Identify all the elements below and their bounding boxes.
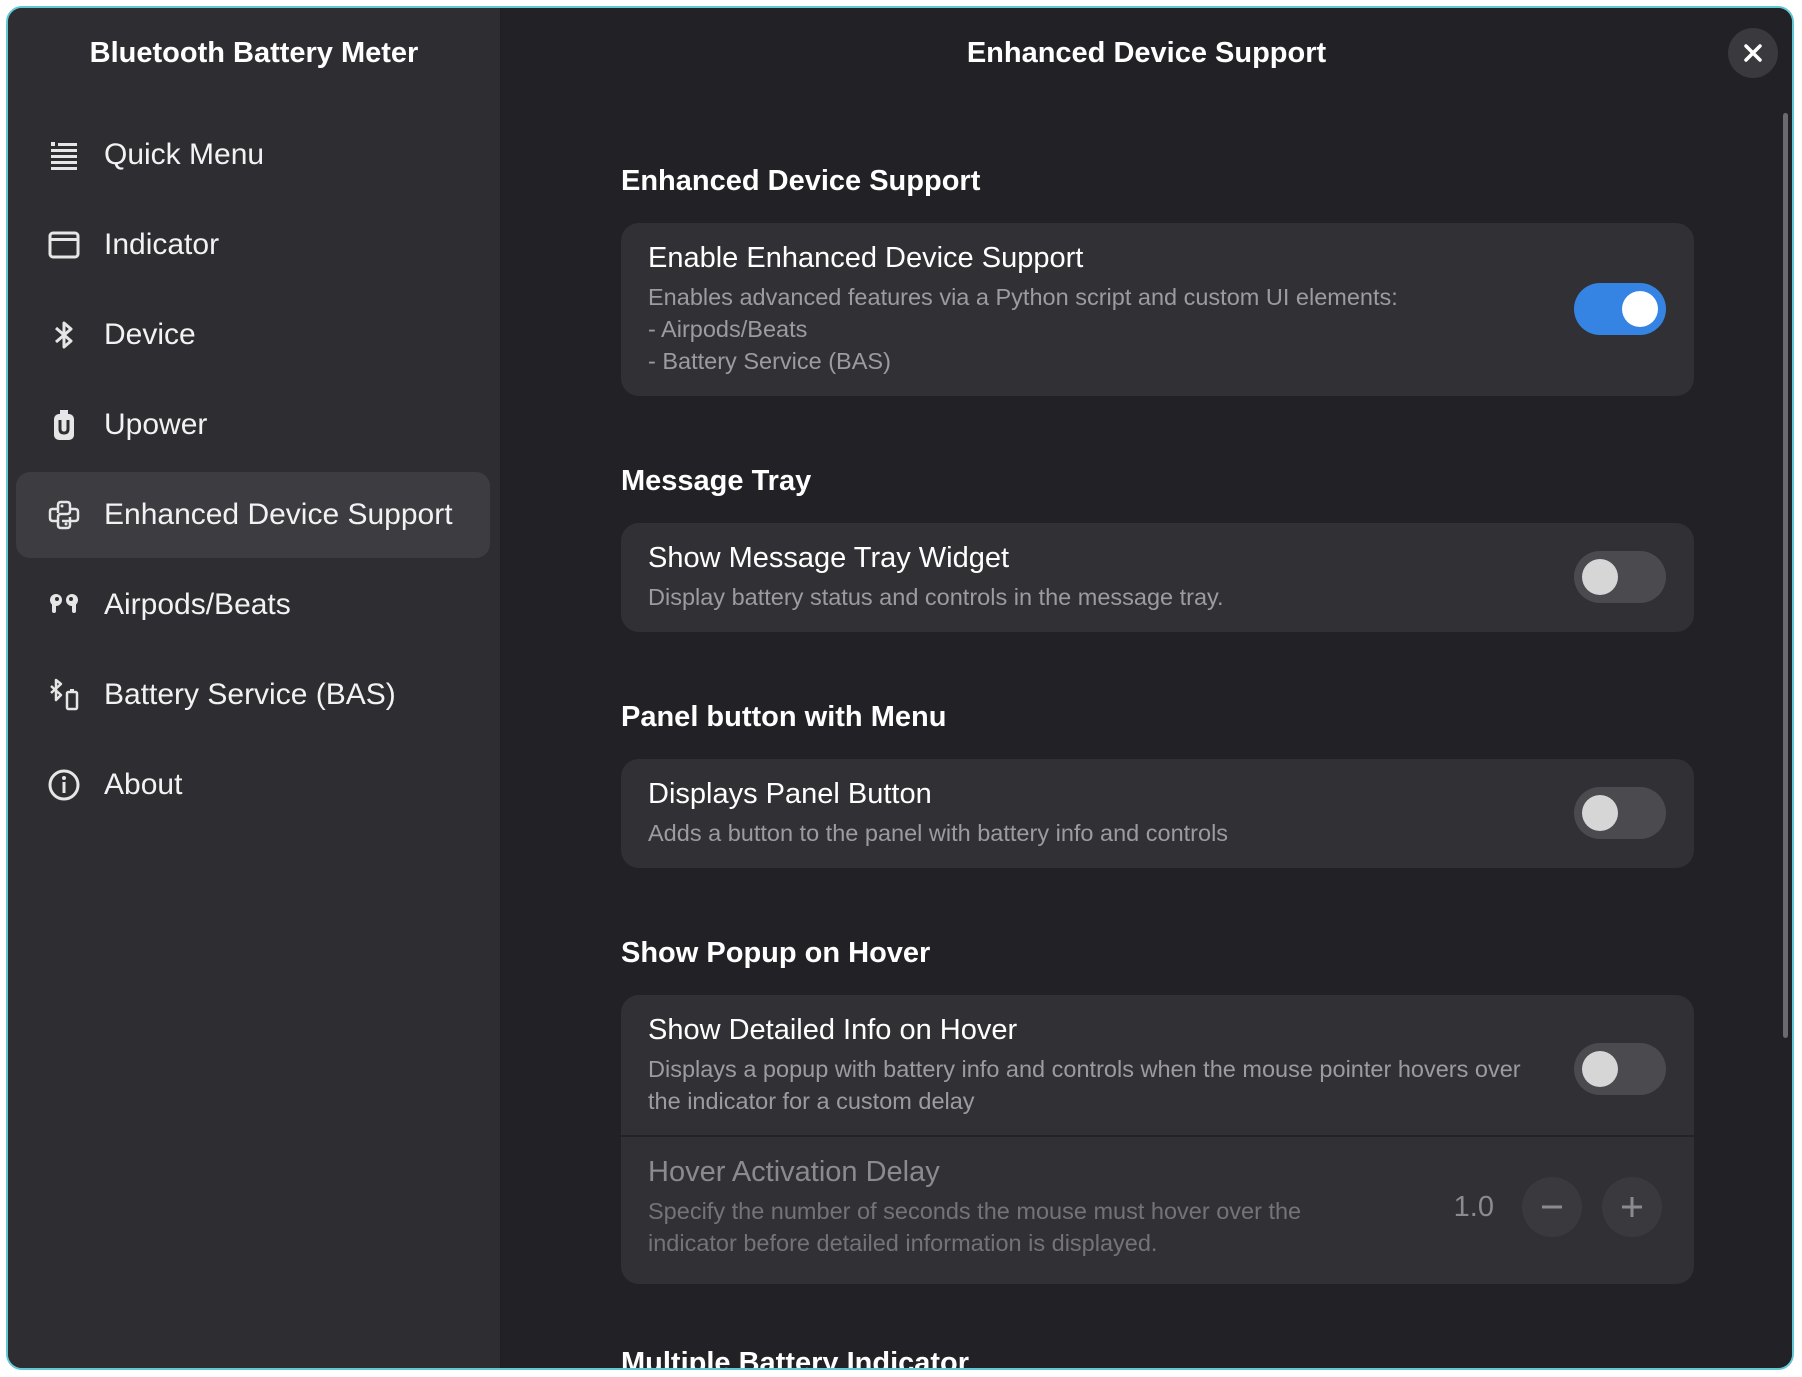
sidebar-item-label: Upower: [104, 408, 208, 441]
group-title-message-tray: Message Tray: [621, 465, 812, 497]
detailed-info-toggle[interactable]: [1574, 1043, 1666, 1095]
main-panel: Enhanced Device Support Enhanced Device …: [501, 8, 1792, 1368]
sidebar-item-label: About: [104, 768, 183, 801]
increment-button[interactable]: [1602, 1177, 1662, 1237]
sidebar-item-label: Airpods/Beats: [104, 588, 291, 621]
python-icon: [44, 495, 84, 535]
sidebar: Bluetooth Battery Meter Quick Menu Indic…: [8, 8, 501, 1368]
row-title: Show Detailed Info on Hover: [648, 1014, 1018, 1046]
decrement-button[interactable]: [1522, 1177, 1582, 1237]
row-subtitle: - Airpods/Beats: [648, 316, 808, 342]
row-subtitle: - Battery Service (BAS): [648, 348, 891, 374]
info-icon: [44, 765, 84, 805]
row-subtitle: indicator before detailed information is…: [648, 1230, 1158, 1256]
hover-delay-value[interactable]: 1.0: [1454, 1191, 1494, 1224]
sidebar-item-battery-service[interactable]: Battery Service (BAS): [16, 652, 490, 738]
row-title: Enable Enhanced Device Support: [648, 242, 1084, 274]
group-title-multiple-battery: Multiple Battery Indicator: [621, 1347, 970, 1370]
sidebar-item-quick-menu[interactable]: Quick Menu: [16, 112, 490, 198]
row-panel-button[interactable]: Displays Panel Button Adds a button to t…: [621, 759, 1694, 868]
sidebar-item-label: Device: [104, 318, 196, 351]
plus-icon: [1622, 1197, 1642, 1217]
sidebar-item-indicator[interactable]: Indicator: [16, 202, 490, 288]
row-subtitle: Specify the number of seconds the mouse …: [648, 1198, 1302, 1224]
row-subtitle: Adds a button to the panel with battery …: [648, 820, 1229, 846]
row-hover-delay: Hover Activation Delay Specify the numbe…: [621, 1137, 1694, 1284]
sidebar-item-label: Enhanced Device Support: [104, 498, 453, 531]
group-title-popup: Show Popup on Hover: [621, 937, 931, 969]
sidebar-item-label: Indicator: [104, 228, 220, 261]
bluetooth-icon: [44, 315, 84, 355]
message-tray-toggle[interactable]: [1574, 551, 1666, 603]
sidebar-item-label: Quick Menu: [104, 138, 265, 171]
toggle-knob: [1622, 291, 1658, 327]
card-message-tray: Show Message Tray Widget Display battery…: [621, 523, 1694, 632]
indicator-icon: [44, 225, 84, 265]
app-window: Bluetooth Battery Meter Quick Menu Indic…: [6, 6, 1794, 1370]
close-icon: [1744, 44, 1762, 62]
page-title: Enhanced Device Support: [966, 36, 1327, 69]
row-subtitle: Display battery status and controls in t…: [648, 584, 1224, 610]
app-title: Bluetooth Battery Meter: [89, 36, 419, 69]
toggle-knob: [1582, 1051, 1618, 1087]
sidebar-item-about[interactable]: About: [16, 742, 490, 828]
scrollbar[interactable]: [1783, 113, 1788, 1038]
row-enable-enhanced[interactable]: Enable Enhanced Device Support Enables a…: [621, 223, 1694, 396]
sidebar-item-label: Battery Service (BAS): [104, 678, 396, 711]
sidebar-item-enhanced-device-support[interactable]: Enhanced Device Support: [16, 472, 490, 558]
sidebar-item-airpods-beats[interactable]: Airpods/Beats: [16, 562, 490, 648]
quick-menu-icon: [44, 135, 84, 175]
row-title: Hover Activation Delay: [648, 1156, 940, 1188]
upower-icon: [44, 405, 84, 445]
row-message-tray-widget[interactable]: Show Message Tray Widget Display battery…: [621, 523, 1694, 632]
toggle-knob: [1582, 795, 1618, 831]
card-panel-button: Displays Panel Button Adds a button to t…: [621, 759, 1694, 868]
row-subtitle: Enables advanced features via a Python s…: [648, 284, 1398, 310]
earbuds-icon: [44, 585, 84, 625]
sidebar-item-upower[interactable]: Upower: [16, 382, 490, 468]
minus-icon: [1542, 1205, 1562, 1209]
bluetooth-battery-icon: [44, 675, 84, 715]
row-subtitle: the indicator for a custom delay: [648, 1088, 975, 1114]
group-title-enhanced: Enhanced Device Support: [621, 165, 981, 197]
card-enhanced: Enable Enhanced Device Support Enables a…: [621, 223, 1694, 396]
sidebar-item-device[interactable]: Device: [16, 292, 490, 378]
group-title-panel-button: Panel button with Menu: [621, 701, 947, 733]
row-subtitle: Displays a popup with battery info and c…: [648, 1056, 1521, 1082]
enable-enhanced-toggle[interactable]: [1574, 283, 1666, 335]
row-title: Show Message Tray Widget: [648, 542, 1010, 574]
row-title: Displays Panel Button: [648, 778, 932, 810]
sidebar-nav: Quick Menu Indicator Device Upower Enhan…: [8, 112, 500, 832]
card-popup: Show Detailed Info on Hover Displays a p…: [621, 995, 1694, 1284]
row-detailed-info-hover[interactable]: Show Detailed Info on Hover Displays a p…: [621, 995, 1694, 1135]
close-button[interactable]: [1728, 28, 1778, 78]
toggle-knob: [1582, 559, 1618, 595]
panel-button-toggle[interactable]: [1574, 787, 1666, 839]
